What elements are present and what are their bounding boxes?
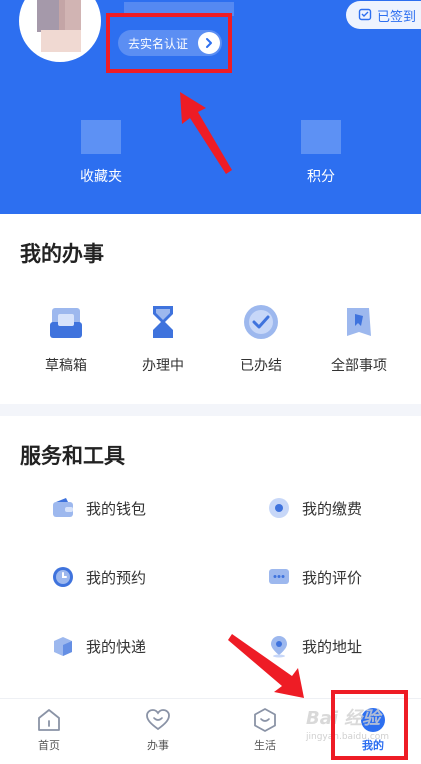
tab-affairs[interactable]: 办事 — [128, 707, 188, 753]
package-icon — [50, 633, 76, 659]
tab-life[interactable]: 生活 — [235, 707, 295, 753]
tab-label: 首页 — [38, 739, 60, 752]
tool-label: 我的地址 — [302, 637, 363, 656]
annotation-arrow — [180, 92, 232, 174]
tool-label: 我的评价 — [302, 568, 363, 587]
clock-icon — [50, 564, 76, 590]
tab-label: 办事 — [147, 739, 169, 752]
signin-label: 已签到 — [377, 9, 417, 25]
draft-box-icon — [46, 302, 86, 342]
favorites-label: 收藏夹 — [80, 169, 122, 185]
matter-label: 全部事项 — [331, 358, 387, 374]
annotation-highlight-box — [331, 690, 408, 760]
tool-label: 我的快递 — [86, 637, 147, 656]
annotation-highlight-box — [106, 13, 232, 73]
matter-label: 办理中 — [142, 358, 184, 374]
avatar-blur — [41, 30, 81, 52]
my-matters-title: 我的办事 — [20, 242, 104, 266]
matter-all[interactable]: 全部事项 — [314, 302, 404, 375]
calendar-check-icon — [358, 6, 372, 25]
avatar[interactable] — [19, 0, 101, 62]
favorites-stat[interactable]: 收藏夹 — [56, 120, 146, 186]
all-matters-icon — [339, 302, 379, 342]
points-count-blurred — [301, 120, 341, 154]
home-icon — [36, 707, 62, 733]
tool-label: 我的缴费 — [302, 499, 363, 518]
tool-my-payment[interactable]: 我的缴费 — [266, 495, 362, 521]
services-title: 服务和工具 — [20, 444, 125, 468]
hourglass-icon — [143, 302, 183, 342]
heart-icon — [145, 707, 171, 733]
favorites-count-blurred — [81, 120, 121, 154]
check-circle-icon — [241, 302, 281, 342]
tool-my-express[interactable]: 我的快递 — [50, 633, 146, 659]
tool-label: 我的预约 — [86, 568, 147, 587]
tool-my-wallet[interactable]: 我的钱包 — [50, 495, 146, 521]
points-label: 积分 — [307, 169, 335, 185]
tab-label: 生活 — [254, 739, 276, 752]
comment-icon — [266, 564, 292, 590]
payment-icon — [266, 495, 292, 521]
points-stat[interactable]: 积分 — [276, 120, 366, 186]
tool-my-review[interactable]: 我的评价 — [266, 564, 362, 590]
matter-draft-box[interactable]: 草稿箱 — [21, 302, 111, 375]
annotation-arrow — [228, 634, 304, 698]
tab-home[interactable]: 首页 — [19, 707, 79, 753]
life-icon — [252, 707, 278, 733]
tool-my-appointment[interactable]: 我的预约 — [50, 564, 146, 590]
signin-button[interactable]: 已签到 — [346, 1, 421, 29]
matter-in-progress[interactable]: 办理中 — [118, 302, 208, 375]
matter-label: 草稿箱 — [45, 358, 87, 374]
tool-label: 我的钱包 — [86, 499, 147, 518]
matter-label: 已办结 — [240, 358, 282, 374]
matter-completed[interactable]: 已办结 — [216, 302, 306, 375]
wallet-icon — [50, 495, 76, 521]
